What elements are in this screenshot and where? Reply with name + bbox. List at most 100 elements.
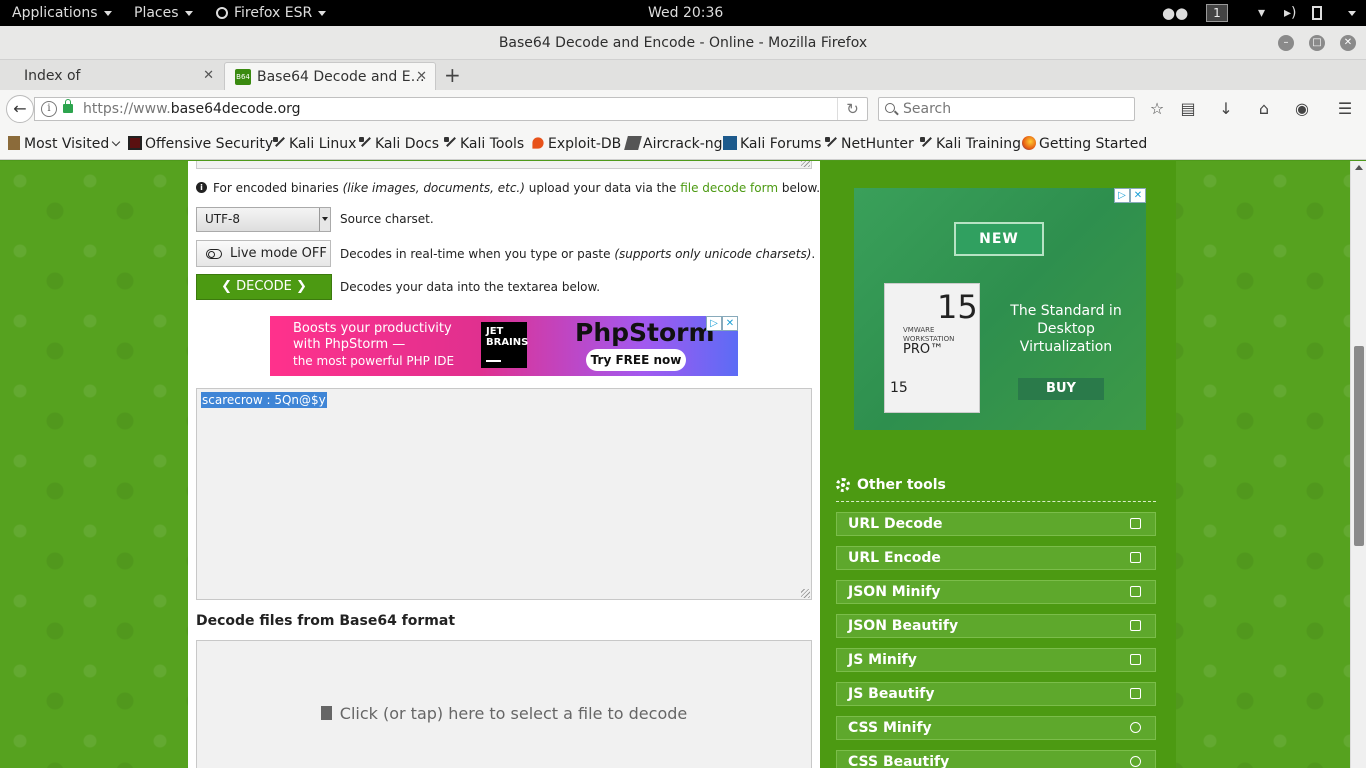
resize-grip-icon[interactable] bbox=[801, 161, 810, 167]
smile-icon bbox=[1130, 756, 1141, 767]
close-tab-icon[interactable]: ✕ bbox=[416, 63, 427, 91]
people-icon[interactable]: ●● bbox=[1162, 0, 1188, 26]
resize-grip-icon[interactable] bbox=[801, 589, 810, 598]
tool-label: JSON Minify bbox=[848, 584, 941, 600]
adchoices-icon[interactable]: ▷ bbox=[1114, 188, 1130, 203]
tool-css-minify[interactable]: CSS Minify bbox=[836, 716, 1156, 740]
firefox-app-menu[interactable]: Firefox ESR bbox=[216, 0, 327, 26]
close-window-button[interactable]: ✕ bbox=[1340, 35, 1356, 51]
bookmark-kali-forums[interactable]: Kali Forums bbox=[723, 128, 821, 160]
bookmark-kali-docs[interactable]: Kali Docs bbox=[358, 128, 439, 160]
file-dropzone[interactable]: Click (or tap) here to select a file to … bbox=[196, 640, 812, 768]
hamburger-menu-icon[interactable]: ☰ bbox=[1335, 99, 1355, 119]
file-decode-form-link[interactable]: file decode form bbox=[680, 181, 778, 195]
ad-tagline: The Standard in Desktop Virtualization bbox=[1006, 302, 1126, 356]
dropdown-arrow-icon[interactable] bbox=[319, 208, 330, 231]
system-menu[interactable] bbox=[1342, 0, 1356, 26]
new-ribbon: NEW bbox=[954, 222, 1044, 256]
output-textarea[interactable]: scarecrow : 5Qn@$y bbox=[196, 388, 812, 600]
url-bar[interactable]: i https://www.base64decode.org ↻ bbox=[34, 97, 868, 121]
bookmark-star-icon[interactable]: ☆ bbox=[1147, 99, 1167, 119]
lock-icon[interactable] bbox=[63, 99, 73, 113]
charset-select[interactable]: UTF-8 bbox=[196, 207, 331, 232]
tool-url-encode[interactable]: URL Encode bbox=[836, 546, 1156, 570]
firefox-icon bbox=[1022, 136, 1036, 150]
wifi-icon[interactable]: ▾ bbox=[1258, 0, 1265, 26]
downloads-icon[interactable]: ↓ bbox=[1216, 99, 1236, 119]
input-textarea-bottom[interactable] bbox=[196, 161, 812, 169]
tool-js-beautify[interactable]: JS Beautify bbox=[836, 682, 1156, 706]
bookmark-nethunter[interactable]: NetHunter bbox=[824, 128, 914, 160]
bookmark-label: NetHunter bbox=[841, 136, 914, 152]
bookmark-offensive-security[interactable]: Offensive Security bbox=[128, 128, 273, 160]
battery-icon[interactable] bbox=[1312, 0, 1322, 26]
tab-hidden-secret[interactable]: Index of /img/hidden_sec… ✕ bbox=[14, 62, 222, 112]
scroll-up-icon[interactable] bbox=[1355, 165, 1363, 170]
decode-desc: Decodes your data into the textarea belo… bbox=[340, 280, 601, 294]
tool-js-minify[interactable]: JS Minify bbox=[836, 648, 1156, 672]
decoded-output-text[interactable]: scarecrow : 5Qn@$y bbox=[201, 392, 327, 408]
tool-css-beautify[interactable]: CSS Beautify bbox=[836, 750, 1156, 768]
volume-icon[interactable]: ▸) bbox=[1284, 0, 1297, 26]
url-prefix: https://www. bbox=[83, 101, 171, 117]
navigation-bar: ← i https://www.base64decode.org ↻ Searc… bbox=[0, 90, 1366, 128]
buy-button[interactable]: BUY bbox=[1018, 378, 1104, 400]
tool-label: JS Beautify bbox=[848, 686, 935, 702]
url-domain: base64decode.org bbox=[170, 101, 301, 117]
close-ad-icon[interactable]: ✕ bbox=[722, 316, 738, 331]
bookmark-most-visited[interactable]: Most Visited bbox=[8, 128, 121, 160]
bookmark-kali-linux[interactable]: Kali Linux bbox=[272, 128, 356, 160]
clock[interactable]: Wed 20:36 bbox=[648, 0, 723, 26]
tool-json-beautify[interactable]: JSON Beautify bbox=[836, 614, 1156, 638]
info-icon: i bbox=[196, 182, 207, 193]
live-mode-toggle[interactable]: Live mode OFF bbox=[196, 240, 331, 267]
new-tab-button[interactable]: + bbox=[444, 62, 461, 88]
bookmark-getting-started[interactable]: Getting Started bbox=[1022, 128, 1147, 160]
hand-icon bbox=[1130, 654, 1141, 665]
home-icon[interactable]: ⌂ bbox=[1254, 99, 1274, 119]
try-free-button[interactable]: Try FREE now bbox=[586, 349, 686, 371]
bookmark-aircrack-ng[interactable]: Aircrack-ng bbox=[624, 128, 723, 160]
page-scrollbar[interactable] bbox=[1350, 161, 1366, 768]
places-menu[interactable]: Places bbox=[134, 0, 193, 26]
tool-label: JS Minify bbox=[848, 652, 917, 668]
pocket-icon[interactable]: ◉ bbox=[1292, 99, 1312, 119]
vmware-ad-banner[interactable]: ▷ ✕ NEW 15 VMWARE WORKSTATION PRO™ 15 The… bbox=[854, 188, 1146, 430]
workspace-indicator[interactable]: 1 bbox=[1206, 0, 1228, 26]
reload-button[interactable]: ↻ bbox=[837, 98, 867, 120]
close-ad-icon[interactable]: ✕ bbox=[1130, 188, 1146, 203]
decode-button[interactable]: ❮ DECODE ❯ bbox=[196, 274, 332, 300]
jb-line: BRAINS bbox=[486, 337, 529, 348]
tool-json-minify[interactable]: JSON Minify bbox=[836, 580, 1156, 604]
page-viewport: i For encoded binaries (like images, docu… bbox=[0, 161, 1366, 768]
info-text: For encoded binaries bbox=[213, 181, 343, 195]
tagline-line: Virtualization bbox=[1019, 339, 1113, 355]
dropzone-text: Click (or tap) here to select a file to … bbox=[339, 704, 688, 723]
applications-menu[interactable]: Applications bbox=[12, 0, 112, 26]
smile-icon bbox=[1130, 722, 1141, 733]
minimize-button[interactable]: – bbox=[1278, 35, 1294, 51]
scrollbar-thumb[interactable] bbox=[1354, 346, 1364, 546]
tab-base64-decode[interactable]: B64 Base64 Decode and E… ✕ bbox=[224, 62, 436, 90]
bookmark-folder-icon bbox=[8, 136, 20, 150]
phpstorm-brand: PhpStorm bbox=[575, 318, 715, 347]
dropzone-label[interactable]: Click (or tap) here to select a file to … bbox=[197, 704, 811, 723]
live-mode-label: Live mode OFF bbox=[230, 246, 327, 261]
bookmark-kali-tools[interactable]: Kali Tools bbox=[443, 128, 524, 160]
phpstorm-ad-banner[interactable]: Boosts your productivity with PhpStorm —… bbox=[270, 316, 738, 376]
info-text: below. bbox=[778, 181, 821, 195]
url-text[interactable]: https://www.base64decode.org bbox=[83, 98, 301, 120]
close-tab-icon[interactable]: ✕ bbox=[203, 62, 214, 90]
site-info-icon[interactable]: i bbox=[41, 101, 57, 117]
tool-url-decode[interactable]: URL Decode bbox=[836, 512, 1156, 536]
bookmark-exploit-db[interactable]: Exploit-DB bbox=[531, 128, 621, 160]
bookmark-kali-training[interactable]: Kali Training bbox=[919, 128, 1021, 160]
window-title: Base64 Decode and Encode - Online - Mozi… bbox=[498, 35, 868, 51]
box-version-side: 15 bbox=[890, 380, 908, 396]
live-mode-desc: Decodes in real-time when you type or pa… bbox=[340, 247, 815, 261]
reading-list-icon[interactable]: ▤ bbox=[1178, 99, 1198, 119]
adchoices-icon[interactable]: ▷ bbox=[706, 316, 722, 331]
back-button[interactable]: ← bbox=[6, 95, 34, 123]
search-input[interactable]: Search bbox=[878, 97, 1135, 121]
maximize-button[interactable]: □ bbox=[1309, 35, 1325, 51]
